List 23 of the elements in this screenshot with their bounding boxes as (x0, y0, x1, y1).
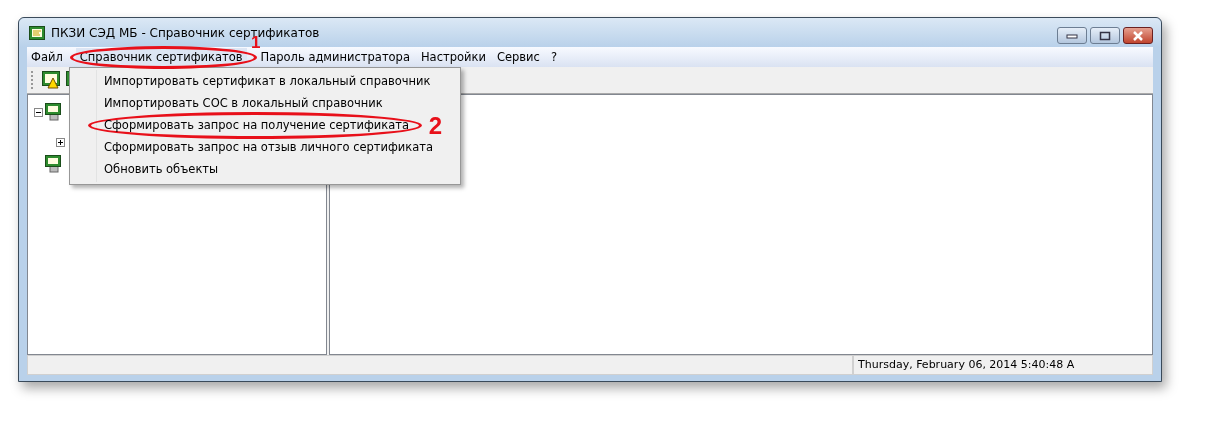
menu-item[interactable]: Пароль администратора (256, 48, 414, 66)
certificate-warning-icon[interactable] (42, 71, 60, 89)
menu-item[interactable]: Файл (27, 48, 67, 66)
menu-entry[interactable]: Обновить объекты (104, 158, 219, 180)
collapse-icon[interactable] (34, 107, 43, 117)
maximize-button[interactable] (1090, 27, 1120, 44)
menu-entry[interactable]: Сформировать запрос на получение сертификата (104, 114, 410, 136)
computer-certificate-icon[interactable] (45, 103, 63, 121)
maximize-icon (1099, 30, 1111, 41)
callout-number: 2 (428, 114, 442, 138)
minimize-icon (1066, 32, 1078, 39)
menu-item[interactable]: Сервис (492, 48, 544, 66)
menu-item[interactable]: ? (546, 48, 561, 66)
close-icon (1131, 30, 1145, 41)
certificate-icon (29, 25, 45, 40)
expand-icon[interactable] (56, 137, 65, 147)
menu-item[interactable]: Настройки (416, 48, 490, 66)
status-datetime: Thursday, February 06, 2014 5:40:48 A (853, 355, 1153, 375)
menu-entry[interactable]: Сформировать запрос на отзыв личного сертификата (104, 136, 434, 158)
close-button[interactable] (1123, 27, 1153, 44)
menu-entry[interactable]: Импортировать СОС в локальный справочник (104, 92, 383, 114)
menu-entry[interactable]: Импортировать сертификат в локальный справочник (104, 70, 431, 92)
computer-certificate-icon[interactable] (45, 155, 63, 173)
